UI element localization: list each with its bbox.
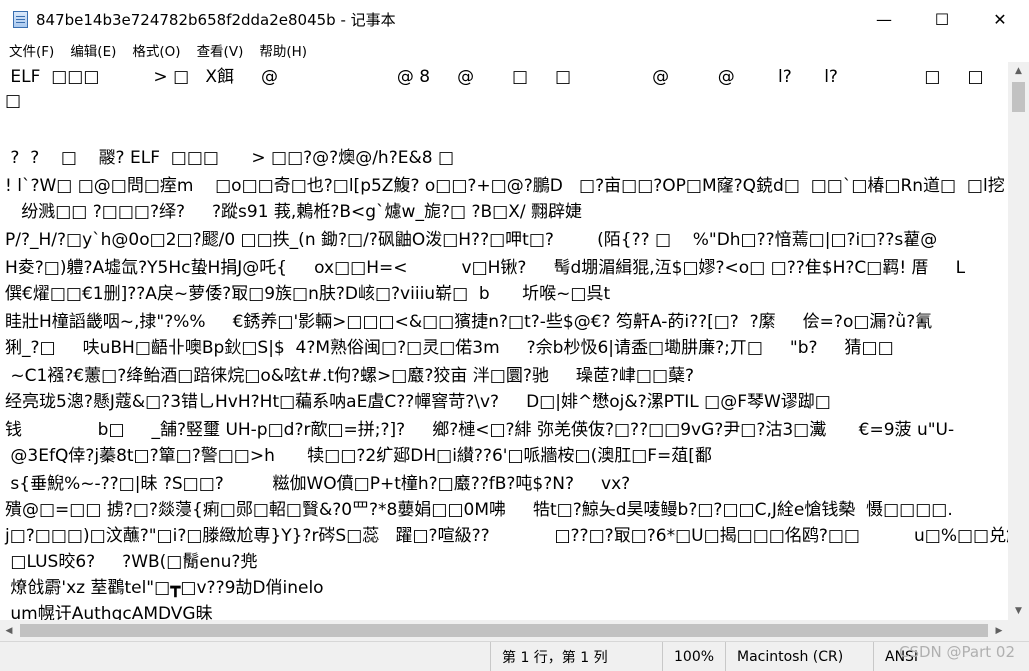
- text-line: j□?□□□)□汶蘸?"□i?□滕緻尬専}Y}?r硶S□蕊 躍□?喧級?? □?…: [5, 526, 1008, 546]
- text-line: s{垂鯢%~-??□|昧 ?S□□? 糍伽WO僨□P+t橦h?□黀??fB?吨$…: [5, 474, 631, 494]
- text-line: ! l`?W□ □@□問□痓m □o□□奇□也?□l[p5Z鰒? o□□?+□@…: [5, 176, 1005, 196]
- cursor-position: 第 1 行，第 1 列: [490, 642, 608, 671]
- text-line: @3EfQ倖?j蓁8t□?簞□?警□□>h 犊□□?2纩郔DH□i纉??6'□哌…: [5, 446, 712, 466]
- menu-file[interactable]: 文件(F): [0, 40, 62, 60]
- minimize-button[interactable]: —: [855, 0, 913, 38]
- text-line: 纷溅□□ ?□□□?绎? ?蹤s91 莪,鶫栣?B<g`爈w_旎?□ ?B□X/…: [5, 202, 582, 222]
- close-button[interactable]: ✕: [971, 0, 1029, 38]
- text-line: 燎戗霨'xz 荎鸐tel"□┳□v??9劼D俏inelo: [5, 578, 324, 598]
- vertical-scroll-thumb[interactable]: [1012, 82, 1025, 112]
- text-line: 猁_?□ 呋uBH□齬卝噢Bp鈥□S|$ 4?M熟俗闽□?□灵□偌3m ?佘b杪…: [5, 338, 894, 358]
- scroll-up-arrow-icon[interactable]: ▲: [1008, 62, 1029, 80]
- menu-bar: 文件(F) 编辑(E) 格式(O) 查看(V) 帮助(H): [0, 38, 1029, 62]
- text-line: ELF □□□ > □ X餌 @ @ 8 @ □ □ @ @ l? l? □ □…: [5, 67, 1008, 87]
- text-line: 眭壯H橦謟畿咽~,捸"?%% €銹养□'影輛>□□□<&□□獱捷n?□t?-些$…: [5, 312, 933, 332]
- scroll-right-arrow-icon[interactable]: ▶: [990, 620, 1008, 641]
- window-title: 847be14b3e724782b658f2dda2e8045b - 记事本: [36, 10, 396, 29]
- text-line: 僎€燿□□€1删]??A戾~萝倭?冣□9族□n肤?D峐□?viiiu崭□ b 圻…: [5, 284, 611, 304]
- scrollbar-corner: [1008, 620, 1029, 641]
- scroll-left-arrow-icon[interactable]: ◀: [0, 620, 18, 641]
- text-editor-area[interactable]: ELF □□□ > □ X餌 @ @ 8 @ □ □ @ @ l? l? □ □…: [0, 62, 1008, 620]
- text-line: 经亮珑5漗?懸J蔻&□?3错乚HvH?Ht□藊系呐aE虘C??幝窨苛?\v? D…: [5, 392, 831, 412]
- window-controls: — ☐ ✕: [855, 0, 1029, 38]
- text-line: ~C1襁?€藼□?绛鲐酒□踣徕烷□o&呟t#.t佝?螺>□黀?狡亩 泮□圜?驰 …: [5, 366, 695, 386]
- notepad-icon: [13, 10, 28, 28]
- text-line: 钱 b□ _舗?竪璽 UH-p□d?r歒□=拼;?]? 鄉?槤<□?緋 弥羌偀伖…: [5, 420, 955, 440]
- menu-help[interactable]: 帮助(H): [251, 40, 315, 60]
- text-line: □LUS晈6? ?WB(□鬜enu?兠: [5, 552, 258, 572]
- title-bar: 847be14b3e724782b658f2dda2e8045b - 记事本 —…: [0, 0, 1029, 38]
- scroll-down-arrow-icon[interactable]: ▼: [1008, 602, 1029, 620]
- text-line: um幌讦AuthgcAMDVG昧: [5, 604, 213, 620]
- line-ending: Macintosh (CR): [725, 642, 843, 671]
- text-line: 殨@□=□□ 掳?□?燚蓡{痢□郧□軺□贀&?0罒?*8蘡娟□□0M咈 牿t□?…: [5, 500, 953, 520]
- menu-view[interactable]: 查看(V): [189, 40, 252, 60]
- horizontal-scroll-thumb[interactable]: [20, 624, 988, 637]
- text-line: ? ? □ 鬷? ELF □□□ > □□?@?燠@/h?E&8 □: [5, 148, 455, 168]
- text-line: P/?_H/?□y`h@0o□2□?飂/0 □□抶_(n 鋤?□/?砜鼬O泼□H…: [5, 230, 938, 250]
- vertical-scrollbar[interactable]: ▲ ▼: [1008, 62, 1029, 620]
- horizontal-scrollbar[interactable]: ◀ ▶: [0, 620, 1008, 641]
- text-line: □: [5, 91, 22, 111]
- maximize-button[interactable]: ☐: [913, 0, 971, 38]
- status-bar: 第 1 行，第 1 列 100% Macintosh (CR) ANSI: [0, 641, 1029, 671]
- menu-format[interactable]: 格式(O): [124, 40, 188, 60]
- menu-edit[interactable]: 编辑(E): [62, 40, 124, 60]
- text-line: H夌?□)軆?A墟氙?Y5Hc蛰H捐J@吒{ ox□□H=< v□H锹? 髩d堋…: [5, 258, 966, 278]
- watermark: CSDN @Part 02: [898, 643, 1015, 661]
- zoom-level: 100%: [662, 642, 714, 671]
